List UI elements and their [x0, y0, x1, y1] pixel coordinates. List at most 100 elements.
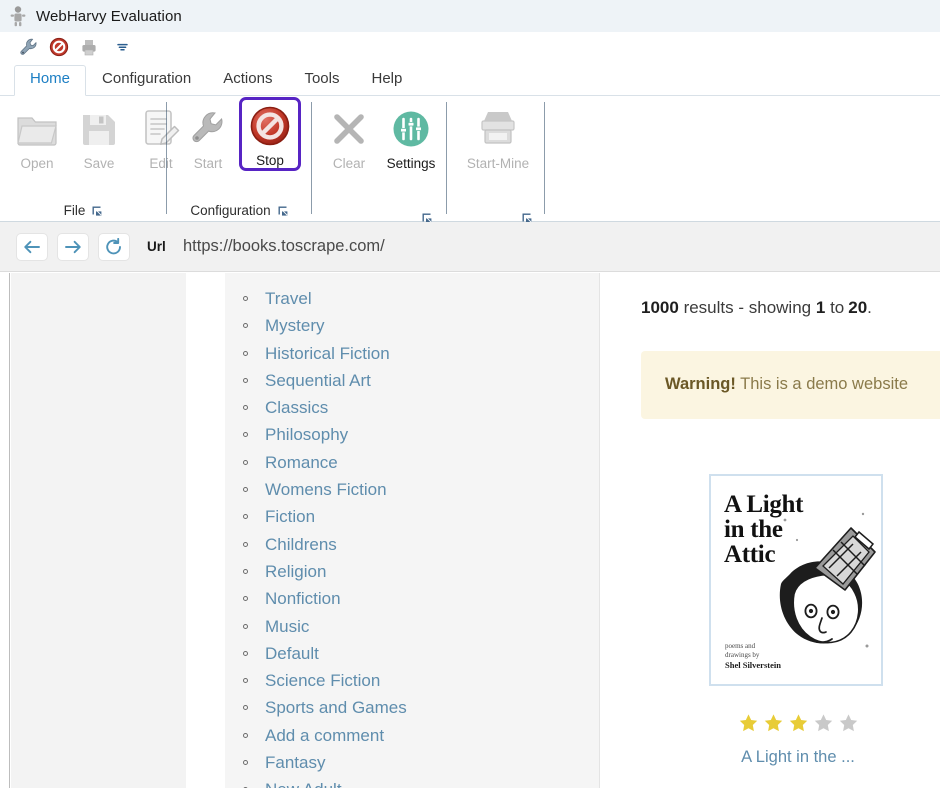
star-filled-icon: [737, 712, 760, 734]
ribbon-group-actions: Clear: [312, 96, 447, 222]
list-item[interactable]: Sports and Games: [265, 694, 599, 721]
webharvy-window: WebHarvy Evaluation: [0, 0, 940, 788]
category-link[interactable]: Nonfiction: [265, 589, 341, 608]
warning-text: Warning! This is a demo website: [665, 375, 908, 394]
list-item[interactable]: Religion: [265, 558, 599, 585]
page-left-gutter: [11, 273, 186, 788]
category-link[interactable]: Mystery: [265, 316, 325, 335]
ribbon-group-configuration-label: Configuration: [190, 203, 270, 218]
category-link[interactable]: Romance: [265, 453, 338, 472]
list-item[interactable]: Default: [265, 640, 599, 667]
category-link[interactable]: Fantasy: [265, 753, 325, 772]
star-empty-icon: [837, 712, 860, 734]
back-button[interactable]: [16, 233, 48, 261]
save-label: Save: [84, 156, 115, 171]
category-link[interactable]: Philosophy: [265, 425, 348, 444]
list-item[interactable]: New Adult: [265, 776, 599, 788]
category-link[interactable]: Science Fiction: [265, 671, 380, 690]
category-link[interactable]: New Adult: [265, 780, 342, 788]
list-item[interactable]: Historical Fiction: [265, 340, 599, 367]
category-link[interactable]: Default: [265, 644, 319, 663]
list-item[interactable]: Childrens: [265, 531, 599, 558]
category-link[interactable]: Classics: [265, 398, 328, 417]
category-link[interactable]: Music: [265, 617, 309, 636]
tab-home[interactable]: Home: [14, 65, 86, 96]
list-item[interactable]: Mystery: [265, 312, 599, 339]
open-button[interactable]: Open: [6, 100, 68, 171]
start-mine-button[interactable]: Start-Mine: [455, 100, 541, 171]
results-summary: 1000 results - showing 1 to20.: [641, 298, 872, 318]
page-main-content: 1000 results - showing 1 to20. Warning! …: [601, 273, 940, 788]
settings-button[interactable]: Settings: [380, 100, 442, 171]
results-count: 1000: [641, 298, 679, 317]
list-item[interactable]: Fiction: [265, 503, 599, 530]
quick-access-toolbar: [0, 32, 940, 62]
clear-label: Clear: [333, 156, 365, 171]
ribbon-tabstrip: Home Configuration Actions Tools Help: [0, 62, 940, 96]
star-filled-icon: [787, 712, 810, 734]
ribbon-group-configuration: Start: [167, 96, 312, 222]
start-label: Start: [194, 156, 223, 171]
results-to-word: to: [830, 298, 844, 317]
category-link[interactable]: Sequential Art: [265, 371, 371, 390]
list-item[interactable]: Science Fiction: [265, 667, 599, 694]
category-link[interactable]: Religion: [265, 562, 326, 581]
list-item[interactable]: Classics: [265, 394, 599, 421]
url-input[interactable]: https://books.toscrape.com/: [183, 237, 385, 256]
tab-configuration[interactable]: Configuration: [86, 65, 207, 95]
book-card: A Light in the Attic: [709, 474, 887, 767]
ribbon-group-configuration-footer: Configuration: [167, 203, 312, 218]
dialog-launcher-icon[interactable]: [277, 205, 289, 217]
start-button[interactable]: Start: [177, 100, 239, 171]
rating-stars: [709, 712, 887, 734]
ribbon-group-file-label: File: [64, 203, 86, 218]
tab-help[interactable]: Help: [355, 65, 418, 95]
results-from: 1: [816, 298, 825, 317]
category-link[interactable]: Childrens: [265, 535, 337, 554]
category-link[interactable]: Womens Fiction: [265, 480, 387, 499]
reload-button[interactable]: [98, 233, 130, 261]
browser-viewport: Travel Mystery Historical Fiction Sequen…: [0, 273, 940, 788]
wrench-icon: [187, 106, 229, 152]
list-item[interactable]: Music: [265, 613, 599, 640]
forward-button[interactable]: [57, 233, 89, 261]
category-link[interactable]: Travel: [265, 289, 312, 308]
book-cover-image[interactable]: A Light in the Attic: [709, 474, 883, 686]
dialog-launcher-icon[interactable]: [91, 205, 103, 217]
viewport-left-edge: [0, 273, 10, 788]
printer-icon[interactable]: [76, 34, 102, 60]
x-cross-icon: [329, 106, 369, 152]
tab-actions[interactable]: Actions: [207, 65, 288, 95]
ribbon-group-file-footer: File: [0, 203, 167, 218]
ribbon-group-file: Open Save: [0, 96, 167, 222]
stop-icon[interactable]: [46, 34, 72, 60]
clear-button[interactable]: Clear: [318, 100, 380, 171]
results-word: results - showing: [684, 298, 812, 317]
sliders-icon: [390, 106, 432, 152]
book-title-link[interactable]: A Light in the ...: [709, 748, 887, 767]
list-item[interactable]: Womens Fiction: [265, 476, 599, 503]
list-item[interactable]: Add a comment: [265, 722, 599, 749]
category-link[interactable]: Historical Fiction: [265, 344, 390, 363]
list-item[interactable]: Philosophy: [265, 421, 599, 448]
list-item[interactable]: Nonfiction: [265, 585, 599, 612]
category-link[interactable]: Sports and Games: [265, 698, 407, 717]
category-link[interactable]: Add a comment: [265, 726, 384, 745]
category-link[interactable]: Fiction: [265, 507, 315, 526]
save-button[interactable]: Save: [68, 100, 130, 171]
category-sidebar: Travel Mystery Historical Fiction Sequen…: [225, 273, 600, 788]
list-item[interactable]: Fantasy: [265, 749, 599, 776]
ribbon-group-mine: Start-Mine: [447, 96, 545, 222]
ribbon-panel: Open Save: [0, 96, 940, 222]
list-item[interactable]: Travel: [265, 285, 599, 312]
tab-tools[interactable]: Tools: [288, 65, 355, 95]
chevron-down-icon[interactable]: [112, 36, 132, 58]
star-filled-icon: [762, 712, 785, 734]
list-item[interactable]: Sequential Art: [265, 367, 599, 394]
stop-sign-icon: [249, 103, 291, 149]
results-to: 20: [848, 298, 867, 317]
list-item[interactable]: Romance: [265, 449, 599, 476]
stop-button[interactable]: Stop: [239, 97, 301, 171]
wrench-icon[interactable]: [16, 34, 42, 60]
results-period: .: [867, 298, 872, 317]
